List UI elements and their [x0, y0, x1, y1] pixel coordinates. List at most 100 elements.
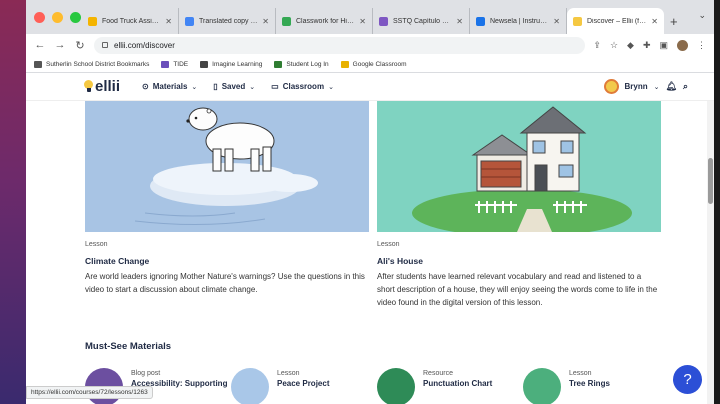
item-type: Blog post — [131, 370, 161, 377]
item-type: Resource — [423, 370, 453, 377]
ellii-logo[interactable]: ellii — [84, 78, 120, 95]
lesson-card[interactable]: Lesson Climate Change Are world leaders … — [85, 101, 369, 296]
user-avatar — [603, 79, 619, 94]
toolbar-icons: ⇪ ☆ ◆ ✚ ▣ ⋮ — [593, 39, 706, 51]
share-icon[interactable]: ⇪ — [593, 40, 601, 51]
minimize-window-button[interactable] — [52, 12, 63, 23]
close-tab-icon[interactable]: ✕ — [456, 17, 463, 26]
nav-saved[interactable]: ▯ Saved ⌄ — [213, 82, 255, 91]
bookmark-icon: ▯ — [213, 82, 218, 91]
item-title[interactable]: Punctuation Chart — [423, 379, 492, 388]
tab-title: Food Truck Assignmen — [102, 17, 161, 25]
card-description: After students have learned relevant voc… — [377, 272, 658, 307]
nav-materials[interactable]: ⊙ Materials ⌄ — [142, 82, 197, 91]
scrollbar-thumb[interactable] — [708, 158, 713, 204]
bookmark-folder-icon — [340, 60, 349, 68]
sidebar-icon[interactable]: ▣ — [659, 40, 668, 51]
tree-rings-thumbnail — [523, 368, 561, 404]
bookmark-label: TIDE — [173, 60, 189, 68]
alis-house-image[interactable] — [377, 101, 661, 232]
card-title[interactable]: Ali's House — [377, 256, 661, 266]
nav-materials-label: Materials — [152, 82, 188, 91]
main-nav: ⊙ Materials ⌄ ▯ Saved ⌄ ▭ Classroom ⌄ — [142, 82, 334, 91]
browser-tab[interactable]: Newsela | Instructiona ✕ — [470, 8, 567, 34]
browser-tab[interactable]: Discover – Ellii (forme ✕ — [567, 8, 664, 34]
reload-icon[interactable]: ↻ — [74, 39, 86, 52]
page-content: ellii ⊙ Materials ⌄ ▯ Saved ⌄ ▭ Classroo… — [26, 73, 714, 404]
close-tab-icon[interactable]: ✕ — [359, 17, 366, 26]
close-tab-icon[interactable]: ✕ — [262, 17, 269, 26]
chevron-down-icon: ⌄ — [328, 83, 334, 91]
browser-tab[interactable]: Translated copy of Fo ✕ — [179, 8, 276, 34]
nav-classroom-label: Classroom — [282, 82, 325, 91]
bookmark-item[interactable]: TIDE — [161, 60, 189, 68]
chevron-down-icon: ⌄ — [653, 83, 660, 91]
desktop-background — [0, 0, 26, 404]
chart-thumbnail — [377, 368, 415, 404]
bookmark-folder-icon — [161, 60, 170, 68]
card-title[interactable]: Climate Change — [85, 256, 369, 266]
address-bar[interactable]: ellii.com/discover — [94, 36, 586, 54]
tab-title: Classwork for High Sc — [296, 17, 355, 25]
item-title[interactable]: Peace Project — [277, 379, 329, 388]
browser-toolbar: ← → ↻ ellii.com/discover ⇪ ☆ ◆ ✚ ▣ ⋮ — [26, 34, 714, 56]
item-type: Lesson — [277, 370, 300, 377]
user-name: Brynn — [624, 82, 648, 91]
browser-tab[interactable]: Classwork for High Sc ✕ — [276, 8, 373, 34]
user-menu[interactable]: Brynn ⌄ 🔔︎ ⌕ — [603, 79, 688, 94]
must-see-heading: Must-See Materials — [85, 341, 172, 352]
search-icon[interactable]: ⌕ — [683, 81, 688, 92]
bookmark-item[interactable]: Google Classroom — [340, 60, 407, 68]
browser-window: Food Truck Assignmen✕Translated copy of … — [26, 0, 714, 404]
lock-icon — [102, 42, 108, 48]
close-window-button[interactable] — [34, 12, 45, 23]
extensions-puzzle-icon[interactable]: ✚ — [643, 40, 651, 51]
browser-tab[interactable]: SSTQ Capítulo 1-3 Pru✕ — [373, 8, 470, 34]
desktop-edge — [714, 0, 720, 404]
chevron-down-icon: ⌄ — [191, 83, 198, 91]
climate-change-image[interactable] — [85, 101, 369, 232]
bookmark-star-icon[interactable]: ☆ — [610, 40, 618, 51]
item-title[interactable]: Tree Rings — [569, 379, 610, 388]
bookmark-item[interactable]: Sutherlin School District Bookmarks — [34, 60, 150, 68]
address-bar-url: ellii.com/discover — [114, 40, 175, 50]
new-tab-button[interactable]: + — [670, 8, 678, 34]
chevron-down-icon: ⌄ — [249, 83, 256, 91]
must-see-item[interactable]: Resource Punctuation Chart — [377, 368, 492, 404]
window-controls — [34, 12, 81, 23]
tabs: Food Truck Assignmen✕Translated copy of … — [82, 6, 678, 34]
bell-icon[interactable]: 🔔︎ — [666, 81, 677, 92]
bookmark-label: Sutherlin School District Bookmarks — [46, 60, 150, 68]
bookmark-label: Student Log In — [286, 60, 329, 68]
zoom-window-button[interactable] — [70, 12, 81, 23]
bookmark-folder-icon — [200, 60, 209, 68]
lightbulb-icon — [84, 80, 93, 93]
bookmark-item[interactable]: Student Log In — [274, 60, 329, 68]
close-tab-icon[interactable]: ✕ — [651, 17, 658, 26]
menu-dots-icon[interactable]: ⋮ — [697, 40, 706, 51]
tab-title: Translated copy of Fo — [199, 17, 258, 25]
house-illustration — [377, 101, 661, 232]
must-see-item[interactable]: Lesson Peace Project — [231, 368, 329, 404]
classroom-icon: ▭ — [271, 82, 279, 91]
bookmark-item[interactable]: Imagine Learning — [200, 60, 262, 68]
close-tab-icon[interactable]: ✕ — [553, 17, 560, 26]
item-type: Lesson — [569, 370, 592, 377]
bookmarks-bar: Sutherlin School District Bookmarks TIDE I… — [26, 56, 714, 73]
page-scrollbar[interactable] — [707, 101, 714, 404]
back-icon[interactable]: ← — [34, 39, 46, 51]
profile-avatar[interactable] — [677, 39, 688, 51]
browser-tab[interactable]: Food Truck Assignmen ✕ — [82, 8, 179, 34]
tab-search-icon[interactable]: ⌄ — [698, 10, 706, 21]
card-type: Lesson — [85, 241, 108, 248]
close-tab-icon[interactable]: ✕ — [165, 17, 172, 26]
forward-icon[interactable]: → — [54, 39, 66, 51]
dove-thumbnail — [231, 368, 269, 404]
tab-favicon — [573, 16, 582, 26]
must-see-item[interactable]: Lesson Tree Rings — [523, 368, 610, 404]
lesson-card[interactable]: Lesson Ali's House After students have l… — [377, 101, 661, 309]
bookmark-folder-icon — [34, 60, 42, 68]
extension-icon[interactable]: ◆ — [627, 40, 634, 51]
nav-classroom[interactable]: ▭ Classroom ⌄ — [271, 82, 334, 91]
help-button[interactable]: ? — [673, 365, 702, 394]
